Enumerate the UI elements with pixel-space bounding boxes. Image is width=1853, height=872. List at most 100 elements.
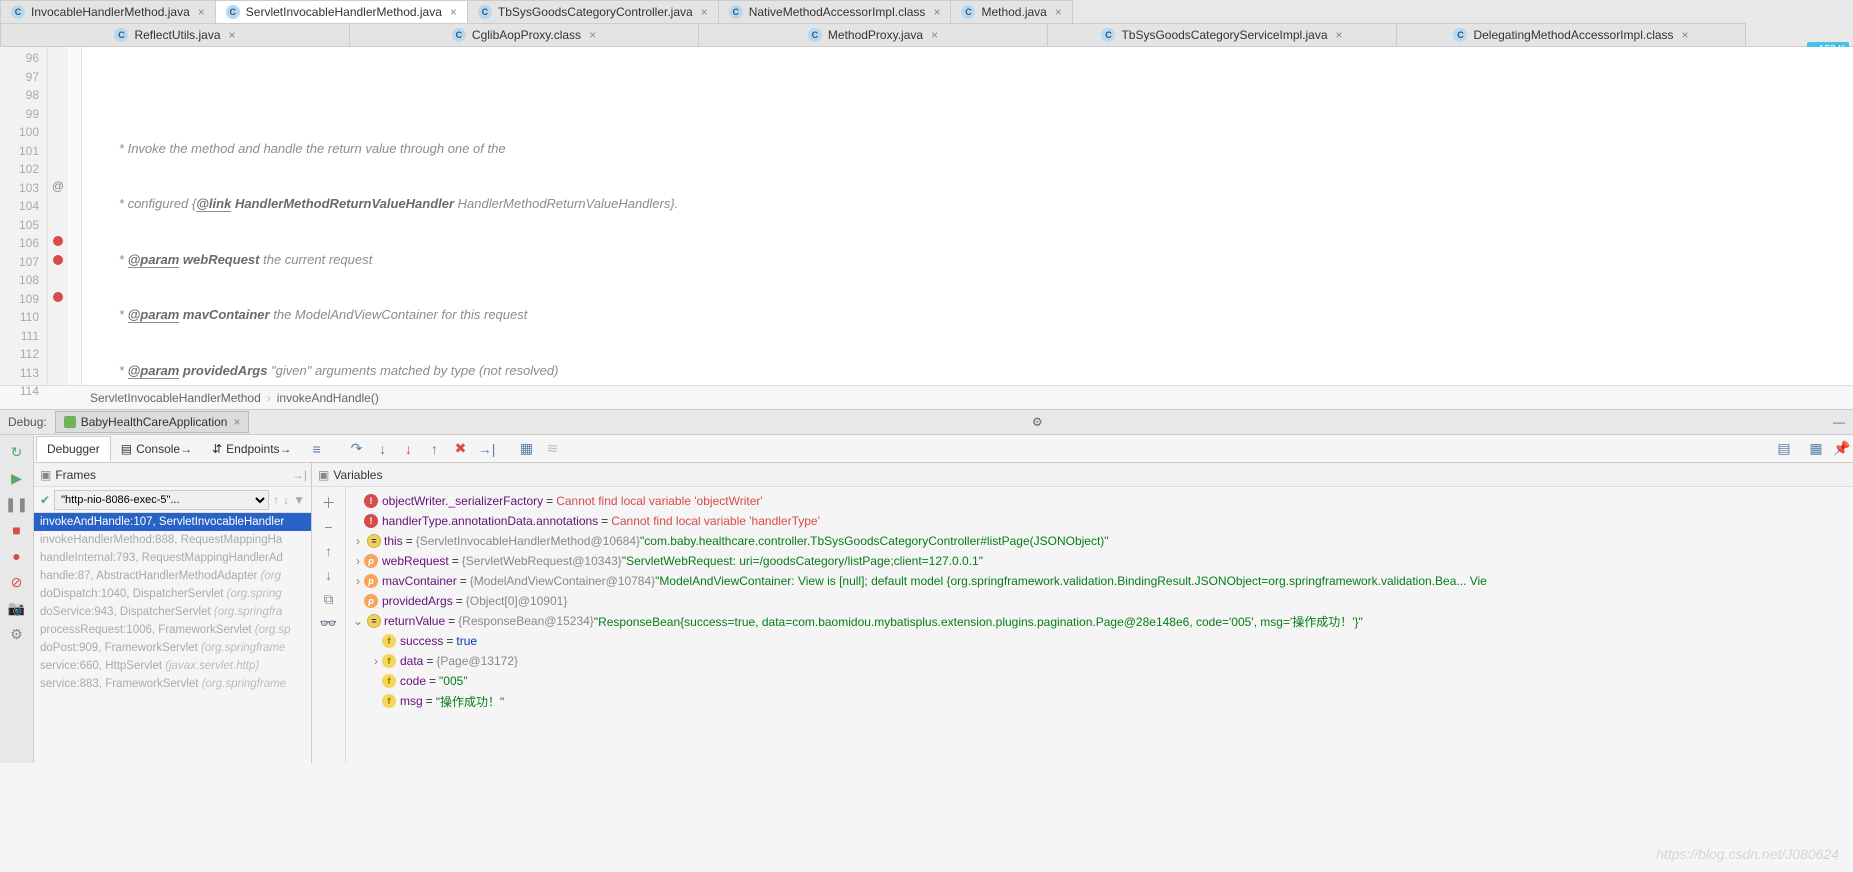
var-type-icon: p bbox=[364, 554, 378, 568]
expand-icon[interactable]: › bbox=[370, 654, 382, 668]
variables-title: Variables bbox=[333, 468, 382, 482]
close-icon[interactable]: × bbox=[1682, 28, 1689, 42]
breakpoint-icon[interactable] bbox=[53, 292, 63, 302]
stack-frame[interactable]: handleInternal:793, RequestMappingHandle… bbox=[34, 549, 311, 567]
variable-row[interactable]: !objectWriter._serializerFactory = Canno… bbox=[352, 491, 1847, 511]
trace-button[interactable]: ≋ bbox=[542, 438, 564, 460]
variable-row[interactable]: ⌄=returnValue = {ResponseBean@15234} "Re… bbox=[352, 611, 1847, 631]
var-type-icon: p bbox=[364, 594, 378, 608]
stack-frame[interactable]: service:660, HttpServlet (javax.servlet.… bbox=[34, 657, 311, 675]
close-icon[interactable]: × bbox=[931, 28, 938, 42]
up-button[interactable]: ↑ bbox=[319, 541, 339, 561]
expand-icon[interactable]: › bbox=[352, 534, 364, 548]
editor-tab[interactable]: CTbSysGoodsCategoryController.java× bbox=[467, 0, 719, 23]
code-editor[interactable]: * Invoke the method and handle the retur… bbox=[82, 47, 1853, 385]
debug-session-tab[interactable]: BabyHealthCareApplication × bbox=[55, 411, 250, 433]
next-frame-button[interactable]: ↓ bbox=[283, 493, 289, 507]
tab-endpoints[interactable]: ⇵Endpoints → bbox=[202, 437, 301, 461]
editor-tab[interactable]: CCglibAopProxy.class× bbox=[349, 23, 699, 46]
editor-tab[interactable]: CMethodProxy.java× bbox=[698, 23, 1048, 46]
stack-frame[interactable]: invokeAndHandle:107, ServletInvocableHan… bbox=[34, 513, 311, 531]
copy-button[interactable]: ⧉ bbox=[319, 589, 339, 609]
editor-tab[interactable]: CTbSysGoodsCategoryServiceImpl.java× bbox=[1047, 23, 1397, 46]
var-type-icon: ! bbox=[364, 514, 378, 528]
prev-frame-button[interactable]: ↑ bbox=[273, 493, 279, 507]
resume-button[interactable]: ▶ bbox=[7, 468, 27, 488]
stack-frame[interactable]: doPost:909, FrameworkServlet (org.spring… bbox=[34, 639, 311, 657]
variable-row[interactable]: ›pmavContainer = {ModelAndViewContainer@… bbox=[352, 571, 1847, 591]
layout2-button[interactable]: ▦ bbox=[1805, 438, 1827, 460]
pause-button[interactable]: ❚❚ bbox=[7, 494, 27, 514]
step-over-button[interactable]: ↷ bbox=[346, 438, 368, 460]
editor-tab[interactable]: CNativeMethodAccessorImpl.class× bbox=[718, 0, 952, 23]
editor-tab[interactable]: CMethod.java× bbox=[950, 0, 1072, 23]
class-icon: C bbox=[961, 5, 975, 19]
down-button[interactable]: ↓ bbox=[319, 565, 339, 585]
force-step-into-button[interactable]: ↓ bbox=[398, 438, 420, 460]
remove-watch-button[interactable]: − bbox=[319, 517, 339, 537]
var-type-icon: = bbox=[367, 614, 381, 628]
new-watch-button[interactable]: ＋ bbox=[319, 493, 339, 513]
variable-row[interactable]: fsuccess = true bbox=[352, 631, 1847, 651]
stack-frame[interactable]: doService:943, DispatcherServlet (org.sp… bbox=[34, 603, 311, 621]
check-icon: ✔ bbox=[40, 493, 50, 507]
stack-frame[interactable]: invokeHandlerMethod:888, RequestMappingH… bbox=[34, 531, 311, 549]
settings-button[interactable]: ⚙ bbox=[7, 624, 27, 644]
stack-frame[interactable]: handle:87, AbstractHandlerMethodAdapter … bbox=[34, 567, 311, 585]
mute-breakpoints-button[interactable]: ⊘ bbox=[7, 572, 27, 592]
breadcrumb[interactable]: ServletInvocableHandlerMethod›invokeAndH… bbox=[0, 385, 1853, 409]
drop-frame-button[interactable]: ✖ bbox=[450, 438, 472, 460]
run-to-cursor-button[interactable]: →| bbox=[476, 438, 498, 460]
gear-icon[interactable]: ⚙ bbox=[1032, 415, 1043, 429]
filter-button[interactable]: ▼ bbox=[293, 493, 305, 507]
expand-icon[interactable]: › bbox=[352, 574, 364, 588]
close-icon[interactable]: × bbox=[233, 415, 240, 429]
variable-row[interactable]: ›pwebRequest = {ServletWebRequest@10343}… bbox=[352, 551, 1847, 571]
variable-row[interactable]: ›fdata = {Page@13172} bbox=[352, 651, 1847, 671]
layout-button[interactable]: ▤ bbox=[1773, 438, 1795, 460]
close-icon[interactable]: × bbox=[229, 28, 236, 42]
stack-frame[interactable]: processRequest:1006, FrameworkServlet (o… bbox=[34, 621, 311, 639]
view-breakpoints-button[interactable]: ● bbox=[7, 546, 27, 566]
editor-tab[interactable]: CDelegatingMethodAccessorImpl.class× bbox=[1396, 23, 1746, 46]
variable-row[interactable]: !handlerType.annotationData.annotations … bbox=[352, 511, 1847, 531]
pin-button[interactable]: 📌 bbox=[1831, 438, 1853, 460]
close-icon[interactable]: × bbox=[450, 5, 457, 19]
var-type-icon: f bbox=[382, 694, 396, 708]
stack-frame[interactable]: doDispatch:1040, DispatcherServlet (org.… bbox=[34, 585, 311, 603]
editor-tab[interactable]: CInvocableHandlerMethod.java× bbox=[0, 0, 216, 23]
editor-tab[interactable]: CReflectUtils.java× bbox=[0, 23, 350, 46]
step-into-button[interactable]: ↓ bbox=[372, 438, 394, 460]
camera-button[interactable]: 📷 bbox=[7, 598, 27, 618]
variable-row[interactable]: ›=this = {ServletInvocableHandlerMethod@… bbox=[352, 531, 1847, 551]
frames-title: Frames bbox=[55, 468, 96, 482]
close-icon[interactable]: × bbox=[589, 28, 596, 42]
show-exec-point-button[interactable]: ≡ bbox=[306, 438, 328, 460]
close-icon[interactable]: × bbox=[198, 5, 205, 19]
class-icon: C bbox=[1453, 28, 1467, 42]
tab-console[interactable]: ▤Console → bbox=[111, 437, 202, 461]
stack-frame[interactable]: service:883, FrameworkServlet (org.sprin… bbox=[34, 675, 311, 693]
breakpoint-icon[interactable] bbox=[53, 255, 63, 265]
expand-icon[interactable]: ⌄ bbox=[352, 614, 364, 628]
class-icon: C bbox=[114, 28, 128, 42]
frames-detach-icon[interactable]: →| bbox=[292, 468, 307, 482]
close-icon[interactable]: × bbox=[1336, 28, 1343, 42]
variable-row[interactable]: fmsg = "操作成功！" bbox=[352, 691, 1847, 711]
variable-row[interactable]: fcode = "005" bbox=[352, 671, 1847, 691]
close-icon[interactable]: × bbox=[933, 5, 940, 19]
evaluate-button[interactable]: ▦ bbox=[516, 438, 538, 460]
thread-select[interactable]: "http-nio-8086-exec-5"... bbox=[54, 490, 269, 510]
close-icon[interactable]: × bbox=[1055, 5, 1062, 19]
editor-tab[interactable]: CServletInvocableHandlerMethod.java× bbox=[215, 0, 468, 23]
tab-debugger[interactable]: Debugger bbox=[36, 436, 111, 462]
step-out-button[interactable]: ↑ bbox=[424, 438, 446, 460]
stop-button[interactable]: ■ bbox=[7, 520, 27, 540]
variable-row[interactable]: pprovidedArgs = {Object[0]@10901} bbox=[352, 591, 1847, 611]
glasses-button[interactable]: 👓 bbox=[319, 613, 339, 633]
expand-icon[interactable]: › bbox=[352, 554, 364, 568]
rerun-button[interactable]: ↻ bbox=[7, 442, 27, 462]
close-icon[interactable]: × bbox=[701, 5, 708, 19]
breakpoint-icon[interactable] bbox=[53, 236, 63, 246]
minimize-icon[interactable]: — bbox=[1833, 415, 1845, 429]
